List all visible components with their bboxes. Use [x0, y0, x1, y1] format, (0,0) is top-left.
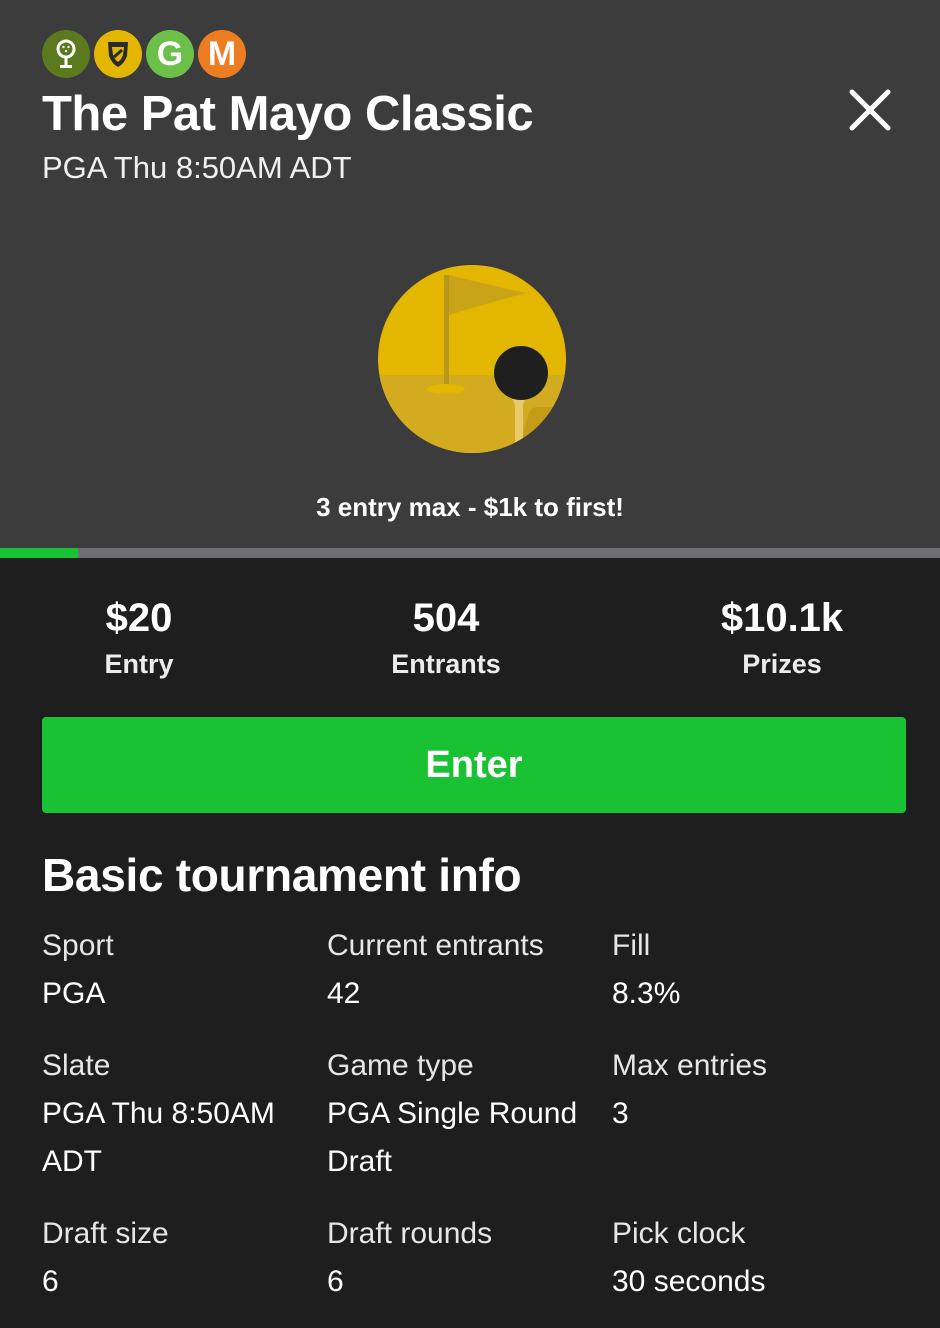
stat-prizes: $10.1k Prizes	[662, 596, 902, 680]
stat-entrants: 504 Entrants	[326, 596, 566, 680]
info-value: PGA	[42, 977, 106, 1010]
info-label: Fill	[612, 929, 651, 962]
contest-tagline: 3 entry max - $1k to first!	[316, 492, 624, 522]
info-game-type: Game type PGA Single Round Draft	[327, 1042, 602, 1186]
info-value: PGA Single Round Draft	[327, 1097, 578, 1178]
info-current-entrants: Current entrants 42	[327, 922, 602, 1018]
info-pick-clock: Pick clock 30 seconds	[612, 1210, 887, 1306]
contest-badges: G M	[42, 30, 246, 78]
entry-fee-label: Entry	[104, 649, 174, 679]
enter-button[interactable]: Enter	[42, 717, 906, 813]
info-max-entries: Max entries 3	[612, 1042, 887, 1138]
contest-subtitle: PGA Thu 8:50AM ADT	[42, 150, 352, 185]
info-value: 30 seconds	[612, 1265, 766, 1298]
info-sport: Sport PGA	[42, 922, 317, 1018]
info-label: Draft rounds	[327, 1217, 493, 1250]
golf-ball-tee-icon	[42, 30, 90, 78]
info-label: Game type	[327, 1049, 474, 1082]
info-label: Sport	[42, 929, 114, 962]
info-label: Current entrants	[327, 929, 544, 962]
badge-g: G	[146, 30, 194, 78]
info-value: PGA Thu 8:50AM ADT	[42, 1097, 275, 1178]
info-fill: Fill 8.3%	[612, 922, 887, 1018]
contest-header: G M The Pat Mayo Classic PGA Thu 8:50AM …	[0, 0, 940, 548]
stat-entry: $20 Entry	[19, 596, 259, 680]
golf-flag-ball-icon	[378, 265, 566, 453]
prizes-value: $10.1k	[720, 596, 844, 640]
entry-fee-value: $20	[105, 596, 173, 640]
section-title: Basic tournament info	[42, 849, 522, 901]
fill-progress-fill	[0, 548, 79, 558]
info-value: 8.3%	[612, 977, 681, 1010]
shield-icon	[94, 30, 142, 78]
entrants-label: Entrants	[391, 649, 501, 679]
info-label: Draft size	[42, 1217, 169, 1250]
info-value: 3	[612, 1097, 629, 1130]
prizes-label: Prizes	[742, 649, 822, 679]
info-draft-size: Draft size 6	[42, 1210, 317, 1306]
entrants-value: 504	[412, 596, 480, 640]
badge-m: M	[198, 30, 246, 78]
info-value: 42	[327, 977, 361, 1010]
fill-progress-bar	[0, 548, 940, 558]
info-slate: Slate PGA Thu 8:50AM ADT	[42, 1042, 317, 1186]
info-label: Slate	[42, 1049, 111, 1082]
info-value: 6	[42, 1265, 59, 1298]
close-icon[interactable]	[846, 86, 894, 134]
info-label: Max entries	[612, 1049, 768, 1082]
contest-title: The Pat Mayo Classic	[42, 87, 534, 141]
info-value: 6	[327, 1265, 344, 1298]
info-draft-rounds: Draft rounds 6	[327, 1210, 602, 1306]
info-label: Pick clock	[612, 1217, 746, 1250]
